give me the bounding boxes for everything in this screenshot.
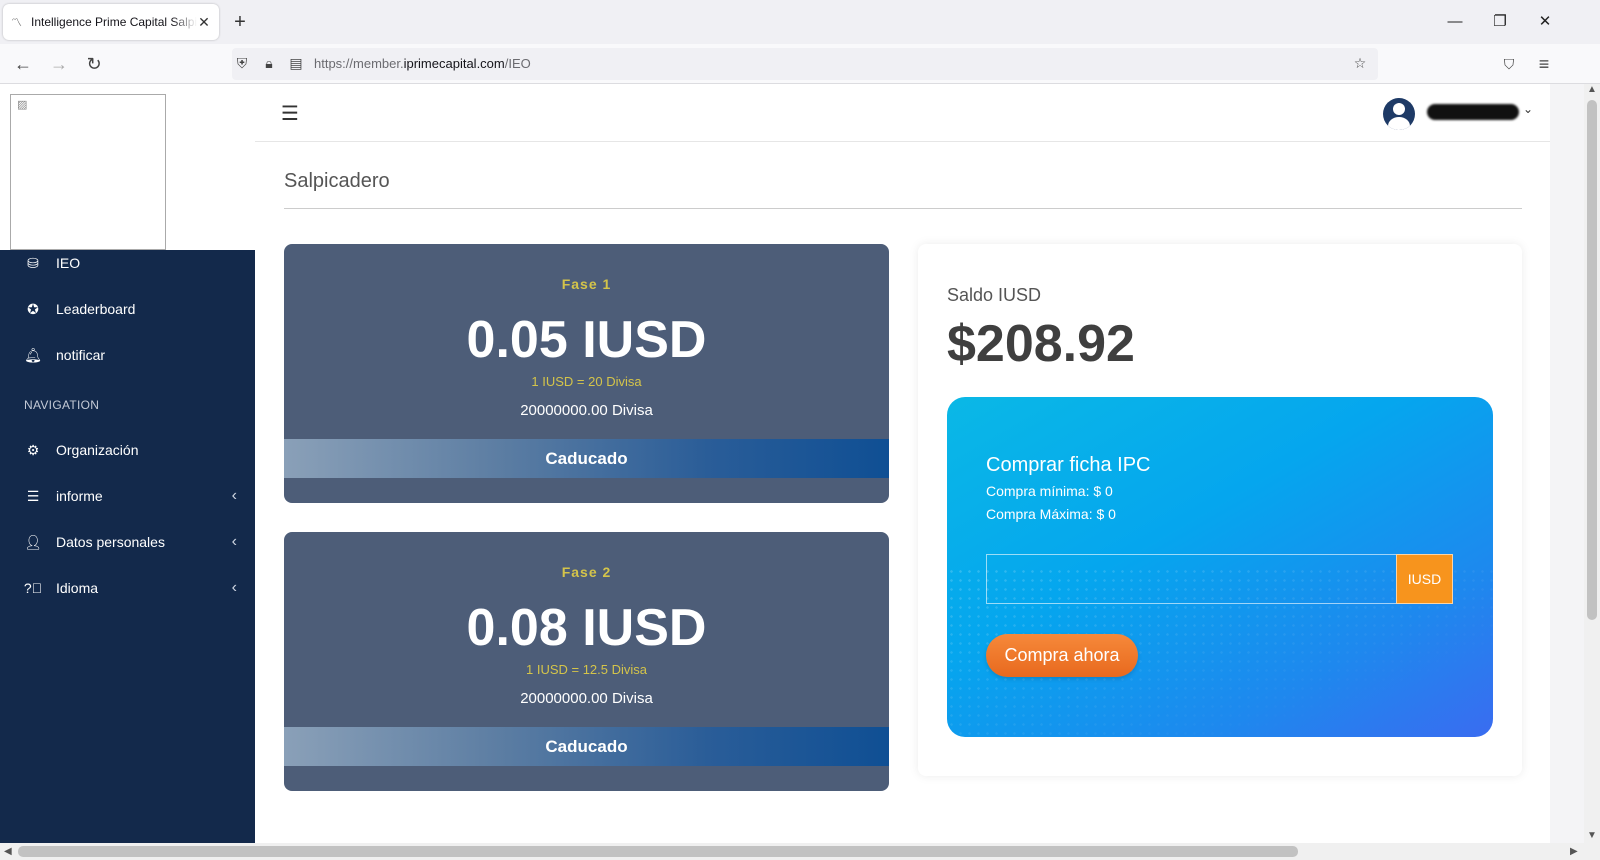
chevron-left-icon: ‹ — [231, 579, 237, 596]
avatar[interactable] — [1383, 98, 1415, 130]
logo-image[interactable]: ▨ — [10, 94, 166, 250]
browser-tab[interactable]: 〽 Intelligence Prime Capital Salpicadero… — [3, 4, 219, 40]
amount-input[interactable] — [986, 554, 1396, 604]
balance-label: Saldo IUSD — [947, 285, 1042, 305]
new-tab-button[interactable]: + — [230, 10, 250, 34]
logo-area: ▨ — [0, 84, 255, 250]
bell-icon: 🔔︎ — [24, 346, 42, 363]
forward-icon[interactable]: → — [45, 50, 73, 78]
page-title: Salpicadero — [284, 170, 390, 192]
hamburger-menu-icon[interactable]: ☰ — [281, 101, 299, 126]
main-content: Salpicadero Fase 1 0.05 IUSD 1 IUSD = 20… — [255, 142, 1550, 843]
phase-price: 0.05 IUSD — [466, 311, 707, 369]
browser-tabbar: 〽 Intelligence Prime Capital Salpicadero… — [0, 0, 1600, 44]
top-header: ☰ ⌄ — [255, 84, 1550, 142]
phase-status: Caducado — [284, 439, 889, 478]
phase-card: Fase 1 0.05 IUSD 1 IUSD = 20 Divisa 2000… — [284, 244, 889, 503]
page-info-icon[interactable]: ▤ — [286, 53, 306, 73]
tab-title: Intelligence Prime Capital Salpicadero — [31, 15, 197, 29]
avatar-head — [1393, 103, 1405, 115]
user-gear-icon: 👤︎ — [24, 533, 42, 550]
avatar-body — [1388, 117, 1410, 130]
buy-title: Comprar ficha IPC — [986, 454, 1151, 476]
phase-rate: 1 IUSD = 12.5 Divisa — [525, 662, 648, 677]
award-icon: ✪ — [27, 300, 39, 317]
sidebar-item-idioma[interactable]: ?⃝ Idioma ‹ — [0, 568, 255, 608]
page-viewport: ▨ ⛁ IEO ✪ Leaderboard 🔔︎ notificar NAVIG… — [0, 84, 1584, 843]
shield-icon[interactable]: ⛨ — [232, 53, 252, 73]
phase-supply: 20000000.00 Divisa — [520, 690, 653, 707]
min-purchase: Compra mínima: $ 0 — [986, 483, 1113, 499]
url-text[interactable]: https://member.iprimecapital.com/IEO — [314, 56, 531, 71]
phase-status: Caducado — [284, 727, 889, 766]
coins-icon: ⛁ — [27, 254, 39, 271]
bookmark-star-icon[interactable]: ☆ — [1350, 53, 1370, 73]
vertical-scrollbar[interactable]: ▲ ▼ — [1584, 84, 1600, 843]
pocket-icon[interactable]: ⛉ — [1495, 50, 1523, 78]
list-icon: ☰ — [26, 487, 40, 504]
balance-card: Saldo IUSD $208.92 Comprar ficha IPC Com… — [918, 244, 1522, 776]
sidebar-item-label: Idioma — [56, 580, 99, 596]
title-divider — [284, 208, 1522, 209]
phase-supply: 20000000.00 Divisa — [520, 402, 653, 419]
balance-value: $208.92 — [947, 315, 1135, 373]
sidebar-item-label: Organización — [56, 442, 139, 458]
phase-rate: 1 IUSD = 20 Divisa — [531, 374, 642, 389]
username-redacted[interactable] — [1427, 104, 1519, 120]
scroll-thumb[interactable] — [18, 846, 1298, 857]
app-menu-icon[interactable]: ≡ — [1530, 50, 1558, 78]
sidebar-item-label: Leaderboard — [56, 301, 136, 317]
restore-icon[interactable]: ❐ — [1485, 8, 1515, 36]
phase-label: Fase 1 — [561, 276, 612, 292]
sidebar-item-datos-personales[interactable]: 👤︎ Datos personales ‹ — [0, 522, 255, 562]
buy-now-button[interactable]: Compra ahora — [986, 634, 1138, 677]
sidebar-item-label: IEO — [56, 255, 81, 271]
browser-navbar: ← → ↻ ⛨ 🔒︎ ▤ https://member.iprimecapita… — [0, 44, 1600, 84]
chevron-down-icon[interactable]: ⌄ — [1523, 102, 1533, 116]
sidebar-item-ieo[interactable]: ⛁ IEO — [0, 243, 255, 283]
window-close-icon[interactable]: ✕ — [1530, 8, 1560, 36]
chart-favicon-icon: 〽 — [11, 17, 22, 29]
sidebar-item-label: notificar — [56, 347, 106, 363]
url-bar[interactable]: ⛨ 🔒︎ ▤ https://member.iprimecapital.com/… — [232, 48, 1378, 80]
chevron-left-icon: ‹ — [231, 487, 237, 504]
sidebar: ⛁ IEO ✪ Leaderboard 🔔︎ notificar NAVIGAT… — [0, 250, 255, 843]
sidebar-item-informe[interactable]: ☰ informe ‹ — [0, 476, 255, 516]
max-purchase: Compra Máxima: $ 0 — [986, 506, 1116, 522]
broken-image-icon: ▨ — [17, 99, 28, 111]
scroll-left-icon[interactable]: ◀ — [4, 843, 12, 860]
nav-heading: NAVIGATION — [24, 398, 100, 412]
buy-token-panel: Comprar ficha IPC Compra mínima: $ 0 Com… — [947, 397, 1493, 737]
scroll-up-icon[interactable]: ▲ — [1584, 84, 1600, 95]
lock-icon[interactable]: 🔒︎ — [259, 53, 279, 73]
currency-unit-badge: IUSD — [1396, 554, 1453, 604]
scroll-down-icon[interactable]: ▼ — [1584, 830, 1600, 841]
sidebar-item-notificar[interactable]: 🔔︎ notificar — [0, 335, 255, 375]
network-icon: ⚙ — [26, 441, 40, 458]
reload-icon[interactable]: ↻ — [80, 50, 108, 78]
tab-close-icon[interactable]: ✕ — [197, 14, 211, 31]
scroll-thumb[interactable] — [1587, 100, 1597, 620]
sidebar-item-label: informe — [56, 488, 103, 504]
phase-price: 0.08 IUSD — [466, 599, 707, 657]
scroll-right-icon[interactable]: ▶ — [1570, 843, 1578, 860]
sidebar-item-label: Datos personales — [56, 534, 165, 550]
chevron-left-icon: ‹ — [231, 533, 237, 550]
horizontal-scrollbar[interactable]: ◀ ▶ — [0, 843, 1600, 860]
sidebar-item-leaderboard[interactable]: ✪ Leaderboard — [0, 289, 255, 329]
minimize-icon[interactable]: — — [1440, 8, 1470, 36]
phase-card: Fase 2 0.08 IUSD 1 IUSD = 12.5 Divisa 20… — [284, 532, 889, 791]
back-icon[interactable]: ← — [9, 50, 37, 78]
question-circle-icon: ?⃝ — [23, 580, 43, 596]
sidebar-item-organizacion[interactable]: ⚙ Organización — [0, 430, 255, 470]
phase-label: Fase 2 — [561, 564, 612, 580]
